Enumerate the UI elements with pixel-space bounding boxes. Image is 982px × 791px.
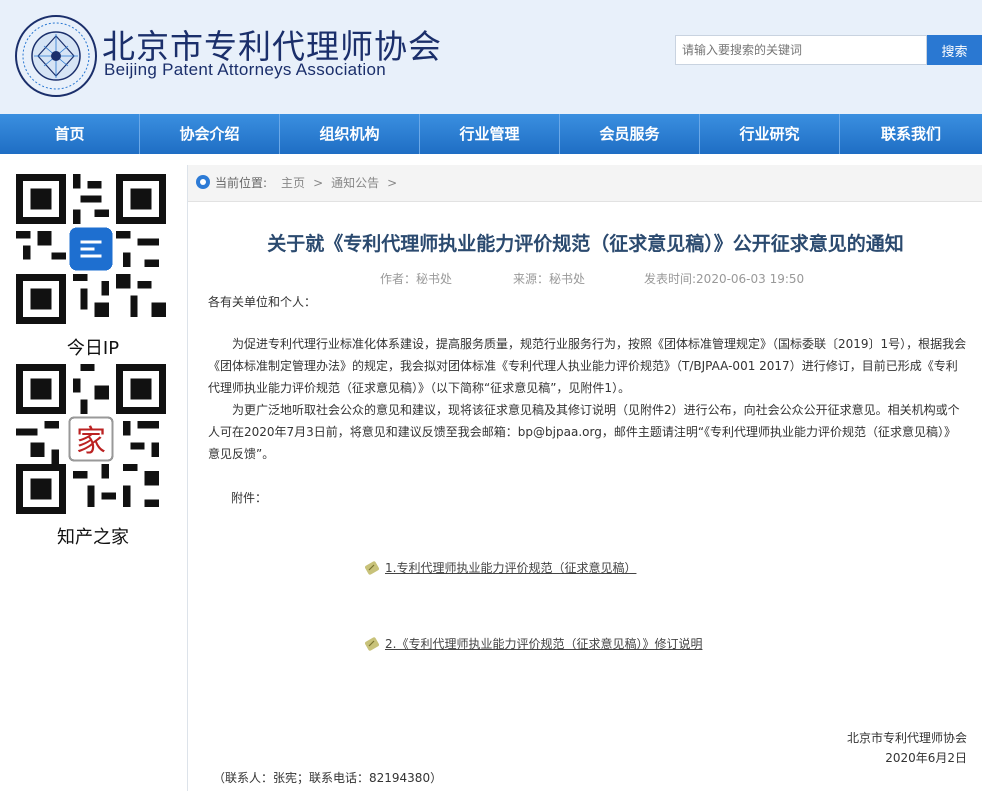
association-logo-icon[interactable] bbox=[14, 14, 98, 98]
qr-code-jinri-ip-icon bbox=[16, 174, 166, 324]
signature-date: 2020年6月2日 bbox=[885, 751, 967, 765]
article-paragraph-2: 为更广泛地听取社会公众的意见和建议，现将该征求意见稿及其修订说明（见附件2）进行… bbox=[208, 403, 960, 461]
attachment-link-2[interactable]: 2.《专利代理师执业能力评价规范（征求意见稿）》修订说明 bbox=[365, 635, 702, 652]
breadcrumb: 当前位置: 主页 > 通知公告 > bbox=[188, 165, 982, 202]
attachment-title-2: 2.《专利代理师执业能力评价规范（征求意见稿）》修订说明 bbox=[385, 637, 703, 651]
breadcrumb-separator: > bbox=[387, 176, 398, 190]
main-nav: 首页 协会介绍 组织机构 行业管理 会员服务 行业研究 联系我们 bbox=[0, 114, 982, 154]
breadcrumb-label: 当前位置: bbox=[215, 176, 268, 190]
sidebar: 今日IP 家 知产之家 bbox=[0, 154, 186, 791]
nav-item-about[interactable]: 协会介绍 bbox=[140, 114, 280, 154]
qr-code-zhichan-zhijia-icon: 家 bbox=[16, 364, 166, 514]
qr-caption-zhichan-zhijia: 知产之家 bbox=[57, 527, 129, 548]
article-publish-time: 发表时间:2020-06-03 19:50 bbox=[644, 272, 805, 286]
attachments-label: 附件： bbox=[231, 491, 268, 505]
nav-item-industry-management[interactable]: 行业管理 bbox=[420, 114, 560, 154]
article-paragraph-1: 为促进专利代理行业标准化体系建设，提高服务质量，规范行业服务行为，按照《团体标准… bbox=[208, 337, 967, 395]
attachment-link-1[interactable]: 1.专利代理师执业能力评价规范（征求意见稿） bbox=[365, 559, 636, 576]
article-source: 来源：秘书处 bbox=[513, 272, 586, 286]
article-title: 关于就《专利代理师执业能力评价规范（征求意见稿）》公开征求意见的通知 bbox=[267, 233, 904, 255]
breadcrumb-home-link[interactable]: 主页 bbox=[281, 176, 305, 190]
article-author: 作者：秘书处 bbox=[380, 272, 453, 286]
nav-item-industry-research[interactable]: 行业研究 bbox=[700, 114, 840, 154]
main-content: 当前位置: 主页 > 通知公告 > 关于就《专利代理师执业能力评价规范（征求意见稿）》公… bbox=[187, 165, 982, 791]
search-input[interactable] bbox=[675, 35, 927, 65]
site-header: 北京市专利代理师协会 Beijing Patent Attorneys Asso… bbox=[0, 0, 982, 114]
svg-text:家: 家 bbox=[76, 424, 106, 459]
nav-item-organization[interactable]: 组织机构 bbox=[280, 114, 420, 154]
breadcrumb-notices-link[interactable]: 通知公告 bbox=[331, 176, 379, 190]
attachment-title-1: 1.专利代理师执业能力评价规范（征求意见稿） bbox=[385, 561, 637, 575]
paperclip-icon bbox=[365, 561, 379, 575]
nav-item-member-services[interactable]: 会员服务 bbox=[560, 114, 700, 154]
breadcrumb-separator: > bbox=[313, 176, 324, 190]
article-greeting: 各有关单位和个人： bbox=[208, 295, 317, 309]
contact-info: （联系人：张宪；联系电话：82194380） bbox=[213, 771, 443, 785]
org-name-en: Beijing Patent Attorneys Association bbox=[104, 60, 387, 79]
paperclip-icon bbox=[365, 637, 379, 651]
nav-item-home[interactable]: 首页 bbox=[0, 114, 140, 154]
qr-caption-jinri-ip: 今日IP bbox=[66, 338, 120, 359]
search-button[interactable]: 搜索 bbox=[927, 35, 982, 65]
signature-org: 北京市专利代理师协会 bbox=[846, 731, 967, 745]
location-pin-icon bbox=[196, 175, 210, 189]
nav-item-contact[interactable]: 联系我们 bbox=[840, 114, 982, 154]
